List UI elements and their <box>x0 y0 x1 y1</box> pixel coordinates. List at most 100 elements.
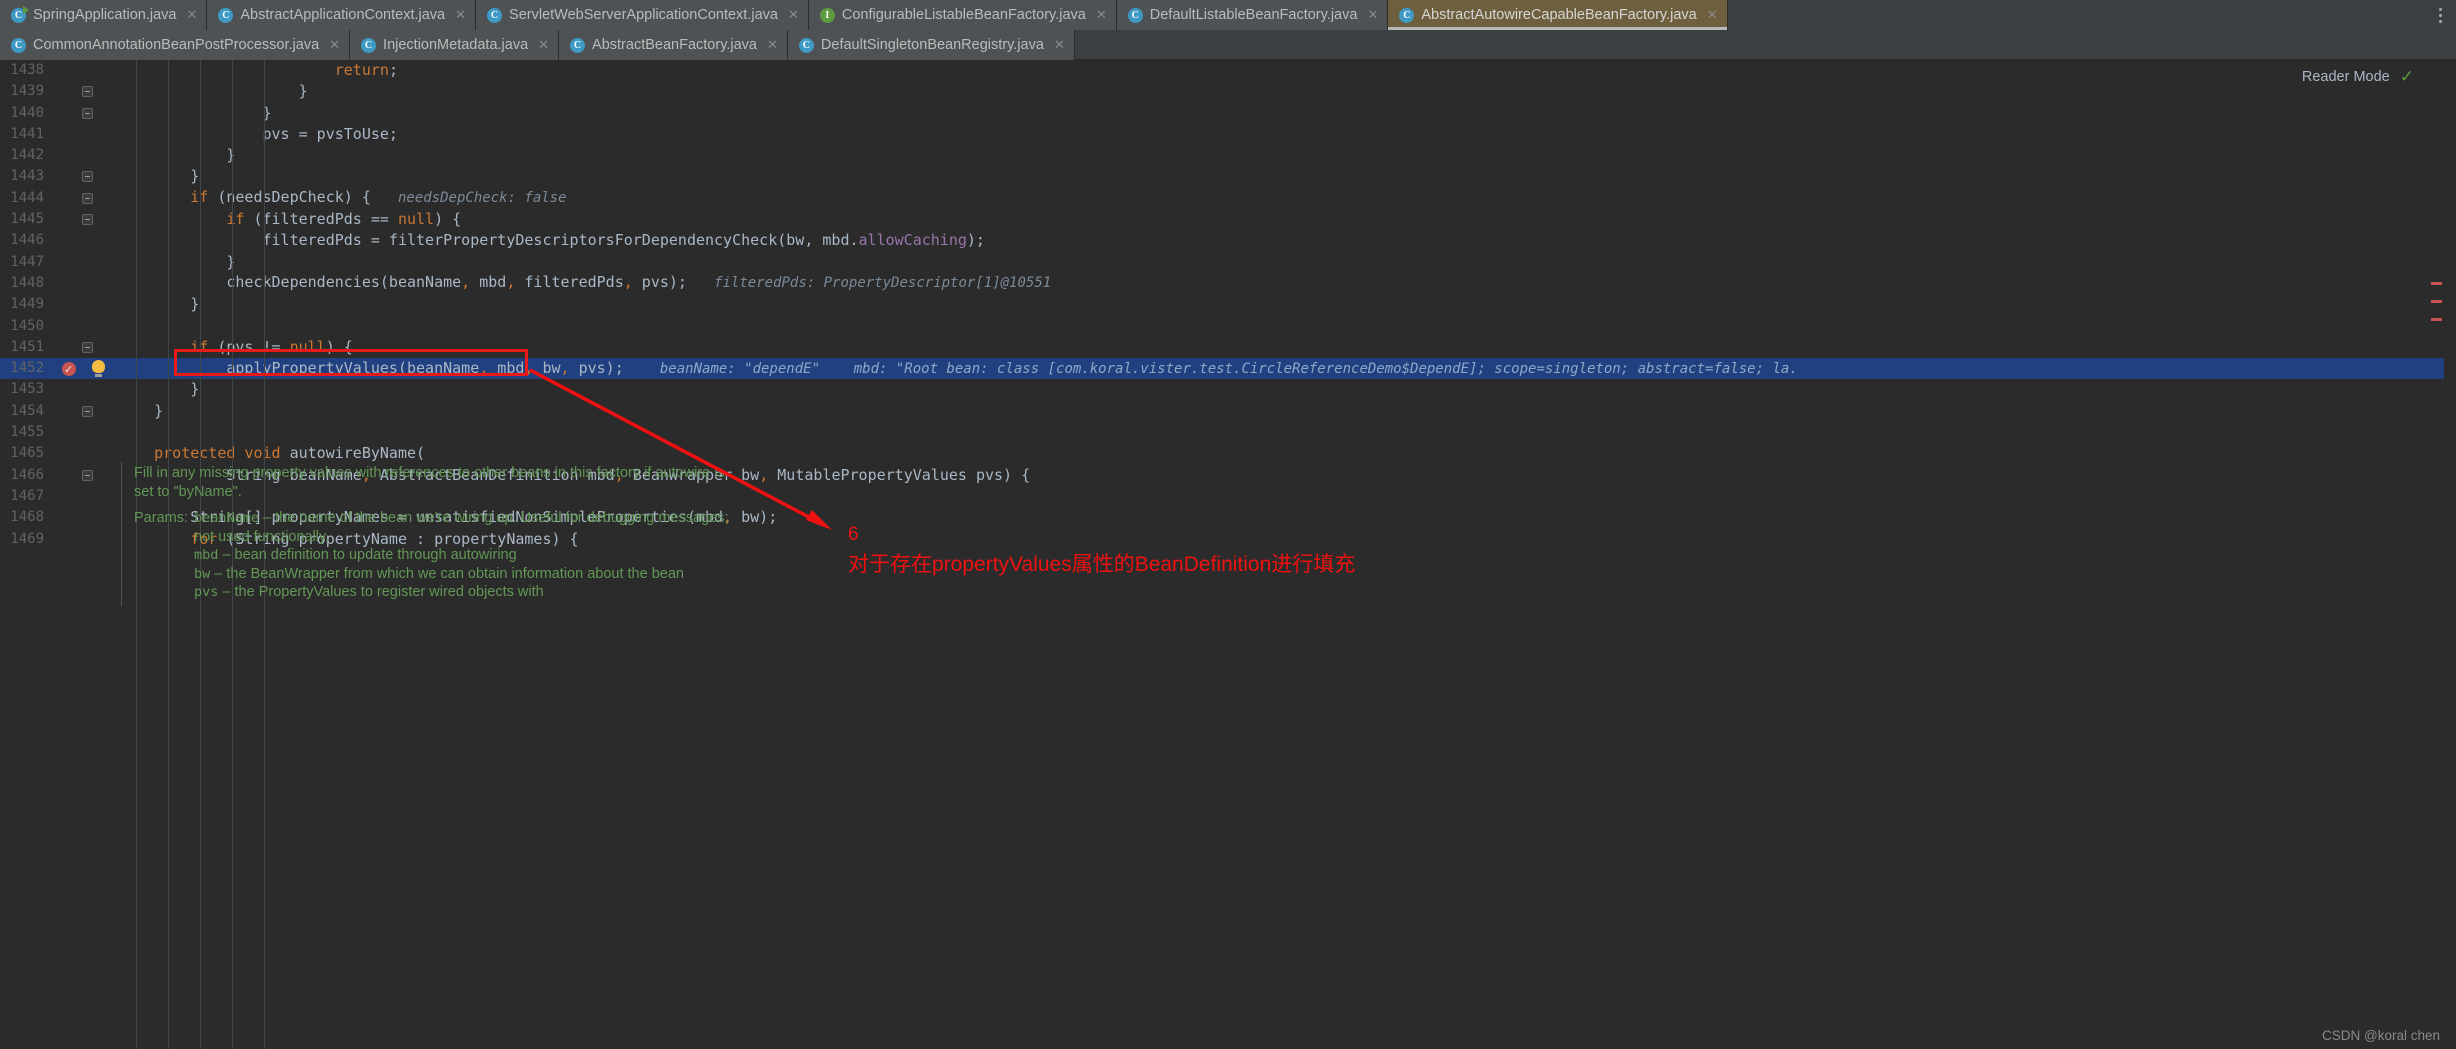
editor-tab-bar-row-2[interactable]: C CommonAnnotationBeanPostProcessor.java ✕… <box>0 30 2456 60</box>
close-icon[interactable]: ✕ <box>767 37 778 53</box>
error-stripe-marker[interactable] <box>2431 318 2442 321</box>
gutter-icons[interactable] <box>52 166 118 187</box>
close-icon[interactable]: ✕ <box>1054 37 1065 53</box>
gutter-icons[interactable] <box>52 230 118 251</box>
close-icon[interactable]: ✕ <box>788 7 799 23</box>
fold-marker-icon[interactable] <box>82 107 93 119</box>
code-line[interactable]: 1451 if (pvs != null) { <box>0 337 2456 358</box>
gutter-icons[interactable] <box>52 507 118 528</box>
editor-tab-configurablelistablebeanfactory[interactable]: I ConfigurableListableBeanFactory.java ✕ <box>808 0 1117 30</box>
fold-marker-icon[interactable] <box>82 192 93 204</box>
editor-tab-label: AbstractAutowireCapableBeanFactory.java <box>1421 7 1697 23</box>
code-line[interactable]: 1444 if (needsDepCheck) { needsDepCheck:… <box>0 188 2456 209</box>
gutter-icons[interactable] <box>52 358 118 380</box>
code-line[interactable]: 1465 protected void autowireByName( <box>0 443 2456 464</box>
line-number: 1448 <box>10 274 44 291</box>
error-stripe-marker[interactable] <box>2431 282 2442 285</box>
editor-tab-defaultlistablebeanfactory[interactable]: C DefaultListableBeanFactory.java ✕ <box>1116 0 1389 30</box>
gutter-icons[interactable] <box>52 209 118 230</box>
gutter-icons[interactable] <box>52 145 118 166</box>
close-icon[interactable]: ✕ <box>186 7 197 23</box>
fold-marker-icon[interactable] <box>82 214 93 226</box>
gutter-icons[interactable] <box>52 486 118 507</box>
code-line[interactable]: 1445 if (filteredPds == null) { <box>0 209 2456 230</box>
code-line[interactable]: 1447 } <box>0 252 2456 273</box>
close-icon[interactable]: ✕ <box>538 37 549 53</box>
editor-tab-abstractbeanfactory[interactable]: C AbstractBeanFactory.java ✕ <box>559 30 788 60</box>
gutter-icons[interactable] <box>52 529 118 550</box>
editor-tab-abstractapplicationcontext[interactable]: C AbstractApplicationContext.java ✕ <box>207 0 477 30</box>
close-icon[interactable]: ✕ <box>329 37 340 53</box>
fold-marker-icon[interactable] <box>82 86 93 98</box>
fold-marker-icon[interactable] <box>82 469 93 481</box>
code-text: if (filteredPds == null) { <box>226 210 462 229</box>
code-line[interactable]: 1453 } <box>0 379 2456 400</box>
annotation-step-number: 6 <box>848 524 859 545</box>
inspection-ok-icon[interactable]: ✓ <box>2400 67 2414 87</box>
code-line[interactable]: 1442 } <box>0 145 2456 166</box>
close-icon[interactable]: ✕ <box>455 7 466 23</box>
gutter-icons[interactable] <box>52 103 118 124</box>
code-text: checkDependencies(beanName, mbd, filtere… <box>118 273 1052 292</box>
fold-marker-icon[interactable] <box>82 341 93 353</box>
editor-tab-defaultsingletonbeanregistry[interactable]: C DefaultSingletonBeanRegistry.java ✕ <box>787 30 1075 60</box>
gutter-icons[interactable] <box>52 81 118 102</box>
editor-tab-commonannotationbeanpostprocessor[interactable]: C CommonAnnotationBeanPostProcessor.java ✕ <box>0 30 351 60</box>
close-icon[interactable]: ✕ <box>1367 7 1378 23</box>
gutter-icons[interactable] <box>52 294 118 315</box>
javadoc-description: Fill in any missing property values with… <box>134 465 725 500</box>
gutter-icons[interactable] <box>52 60 118 81</box>
gutter-icons[interactable] <box>52 401 118 422</box>
code-text: } <box>118 82 308 101</box>
code-line[interactable]: 1448 checkDependencies(beanName, mbd, fi… <box>0 273 2456 294</box>
intention-bulb-icon[interactable] <box>92 360 105 378</box>
gutter-icons[interactable] <box>52 379 118 400</box>
editor-tab-springapplication[interactable]: C SpringApplication.java ✕ <box>0 0 208 30</box>
gutter-icons[interactable] <box>52 188 118 209</box>
code-line[interactable]: 1449 } <box>0 294 2456 315</box>
editor-tab-abstractautowirecapablebeanfactory[interactable]: C AbstractAutowireCapableBeanFactory.java… <box>1388 0 1728 30</box>
gutter-icons[interactable] <box>52 316 118 337</box>
code-line[interactable]: 1450 <box>0 316 2456 337</box>
editor-tab-label: DefaultListableBeanFactory.java <box>1149 7 1358 23</box>
code-text: if (pvs != null) { <box>190 337 353 356</box>
code-line[interactable]: 1443 } <box>0 166 2456 187</box>
code-text: } <box>118 401 164 420</box>
error-stripe-marker[interactable] <box>2431 300 2442 303</box>
fold-marker-icon[interactable] <box>82 171 93 183</box>
code-line[interactable]: 1440 } <box>0 103 2456 124</box>
gutter-icons[interactable] <box>52 422 118 443</box>
gutter-icons[interactable] <box>52 443 118 464</box>
breakpoint-icon[interactable] <box>62 359 76 380</box>
code-text: } <box>118 146 236 165</box>
close-icon[interactable]: ✕ <box>1707 7 1718 23</box>
code-line[interactable]: 1454 } <box>0 401 2456 422</box>
vertical-dots-icon[interactable] <box>2425 0 2456 30</box>
editor-area[interactable]: Reader Mode ✓ 1438 return; 1439 } 1440 } 14… <box>0 60 2456 1049</box>
code-line[interactable]: 1446 filteredPds = filterPropertyDescrip… <box>0 230 2456 251</box>
gutter-icons[interactable] <box>52 252 118 273</box>
gutter-icons[interactable] <box>52 124 118 145</box>
gutter-icons[interactable] <box>52 273 118 294</box>
editor-tab-injectionmetadata[interactable]: C InjectionMetadata.java ✕ <box>350 30 560 60</box>
code-line[interactable]: 1438 return; <box>0 60 2456 81</box>
editor-vertical-scrollbar[interactable] <box>2444 60 2456 1049</box>
code-text: return; <box>334 61 398 79</box>
code-line[interactable]: 1439 } <box>0 81 2456 102</box>
editor-tab-bar-row-1[interactable]: C SpringApplication.java ✕ C AbstractApplica… <box>0 0 2456 30</box>
code-line[interactable]: 1452 applyPropertyValues(beanName, mbd, … <box>0 358 2456 380</box>
gutter-icons[interactable] <box>52 337 118 358</box>
fold-marker-icon[interactable] <box>82 405 93 417</box>
code-line[interactable]: 1441 pvs = pvsToUse; <box>0 124 2456 145</box>
gutter-icons[interactable] <box>52 465 118 486</box>
code-line[interactable]: 1455 <box>0 422 2456 443</box>
editor-tab-servletwebserverapplicationcontext[interactable]: C ServletWebServerApplicationContext.java… <box>476 0 809 30</box>
editor-tab-label: InjectionMetadata.java <box>383 37 529 53</box>
javadoc-param: bw – the BeanWrapper from which we can o… <box>194 565 734 584</box>
interface-icon: I <box>819 7 835 23</box>
class-icon: C <box>487 7 503 23</box>
reader-mode-label: Reader Mode <box>2301 69 2390 85</box>
line-number: 1455 <box>10 424 44 441</box>
close-icon[interactable]: ✕ <box>1096 7 1107 23</box>
reader-mode-indicator[interactable]: Reader Mode ✓ <box>2302 67 2414 87</box>
